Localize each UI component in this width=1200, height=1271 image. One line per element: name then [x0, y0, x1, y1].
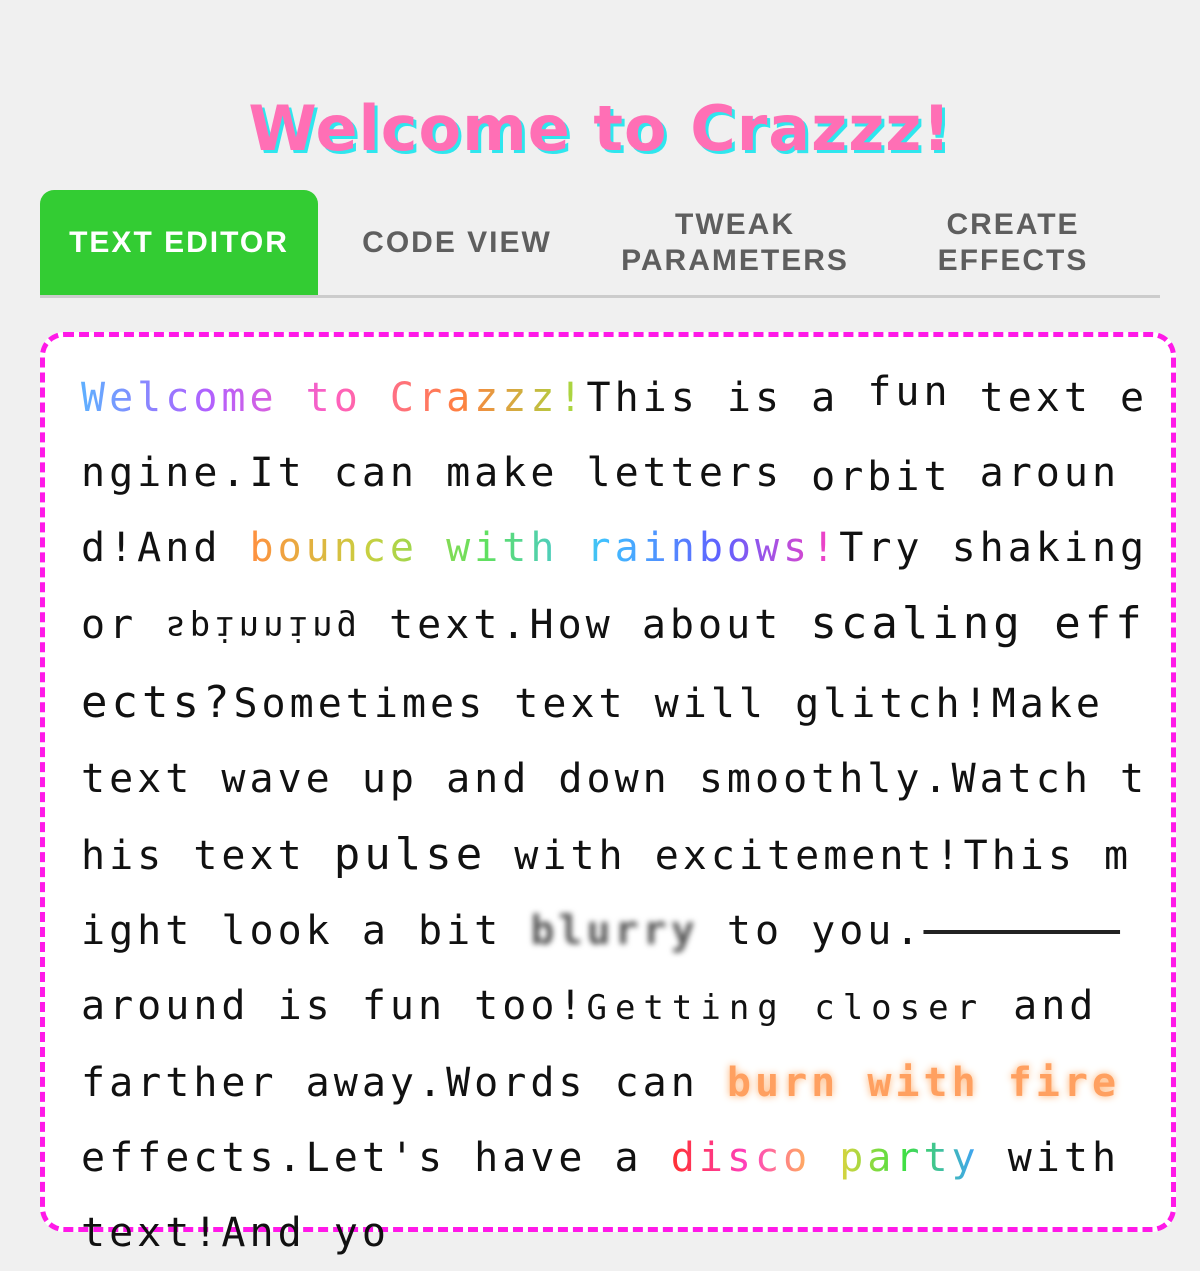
plain-text: And	[137, 525, 250, 571]
blurry-text: blurry	[530, 908, 699, 954]
tab-code-view[interactable]: CODE VIEW	[318, 190, 596, 295]
plain-text: smoothly.	[670, 756, 952, 802]
wave-text: wave up and down	[221, 756, 671, 802]
disco-text: disco party	[670, 1135, 980, 1181]
plain-text: How about	[529, 602, 811, 648]
zoom-text: Getting closer	[586, 988, 986, 1028]
tab-tweak-parameters[interactable]: TWEAK PARAMETERS	[596, 190, 874, 295]
wavy-fun-text: fun	[867, 369, 952, 415]
pulse-text: pulse	[333, 829, 487, 880]
tab-bar: TEXT EDITOR CODE VIEW TWEAK PARAMETERS C…	[40, 190, 1160, 298]
plain-text: Let's have a	[305, 1135, 671, 1181]
glitch-text: Sometimes text will glitch!	[233, 681, 992, 727]
plain-text: text.	[361, 602, 530, 648]
spinning-text: spinning	[165, 608, 362, 648]
plain-text: to you.	[698, 908, 924, 954]
tab-create-effects[interactable]: CREATE EFFECTS	[874, 190, 1152, 295]
plain-text: This is a	[586, 375, 868, 421]
bounce-rainbow-text: bounce with rainbows!	[249, 525, 840, 571]
plain-text: with excitement!	[486, 833, 964, 879]
page-title: Welcome to Crazzz!	[248, 92, 952, 165]
rainbow-text: Welcome to Crazzz!	[81, 375, 587, 421]
plain-text: It can make letters	[249, 450, 812, 496]
plain-text: around is fun too!	[81, 983, 587, 1029]
editor-content[interactable]: Welcome to Crazzz!This is a fun text eng…	[81, 361, 1151, 1271]
orbit-text: orbit	[811, 454, 952, 500]
tab-text-editor[interactable]: TEXT EDITOR	[40, 190, 318, 295]
sliding-text: sliding	[923, 908, 1120, 954]
fire-text: burn with fire	[726, 1060, 1121, 1106]
plain-text: effects.	[81, 1135, 306, 1181]
text-editor-panel[interactable]: Welcome to Crazzz!This is a fun text eng…	[40, 332, 1176, 1256]
plain-text: And yo	[221, 1210, 390, 1256]
plain-text: Words can	[446, 1060, 727, 1106]
